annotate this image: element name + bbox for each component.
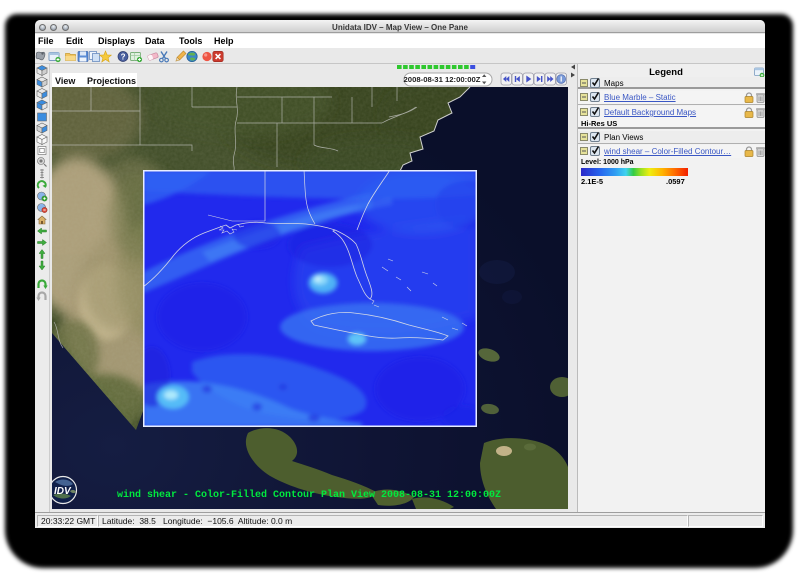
svg-text:?: ? [121, 52, 126, 61]
svg-text:2008-08-31 12:00:00Z: 2008-08-31 12:00:00Z [404, 75, 481, 84]
svg-text:wind shear - Color-Filled Cont: wind shear - Color-Filled Contour Plan V… [117, 489, 501, 501]
svg-text:IDV: IDV [54, 486, 72, 497]
